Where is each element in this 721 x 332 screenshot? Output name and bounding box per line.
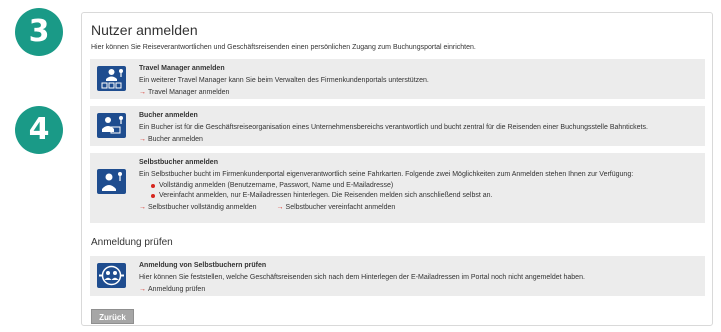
page-title: Nutzer anmelden xyxy=(91,22,198,38)
travel-manager-card: Travel Manager anmelden Ein weiterer Tra… xyxy=(90,59,705,99)
self-booker-icon xyxy=(97,169,126,194)
link-label: Selbstbucher vereinfacht anmelden xyxy=(285,204,396,211)
arrow-right-icon: → xyxy=(139,204,146,211)
step-4-badge: 4 xyxy=(15,106,63,154)
list-item: Vollständig anmelden (Benutzername, Pass… xyxy=(151,181,699,191)
card-text: Hier können Sie feststellen, welche Gesc… xyxy=(139,274,585,281)
option-list: Vollständig anmelden (Benutzername, Pass… xyxy=(139,181,699,201)
check-registration-card-body: Anmeldung von Selbstbuchern prüfen Hier … xyxy=(139,261,699,294)
self-booker-card-body: Selbstbucher anmelden Ein Selbstbucher b… xyxy=(139,158,699,212)
check-users-icon xyxy=(97,263,126,288)
card-title: Anmeldung von Selbstbuchern prüfen xyxy=(139,262,267,269)
step-3-badge: 3 xyxy=(15,8,63,56)
self-booker-card: Selbstbucher anmelden Ein Selbstbucher b… xyxy=(90,153,705,223)
card-text: Ein Bucher ist für die Geschäftsreiseorg… xyxy=(139,124,648,131)
self-booker-simple-register-link[interactable]: → Selbstbucher vereinfacht anmelden xyxy=(277,203,396,212)
link-label: Anmeldung prüfen xyxy=(148,286,206,293)
link-label: Travel Manager anmelden xyxy=(148,89,230,96)
card-text: Ein Selbstbucher bucht im Firmenkundenpo… xyxy=(139,171,634,178)
travel-manager-register-link[interactable]: → Travel Manager anmelden xyxy=(139,88,699,97)
check-registration-link[interactable]: → Anmeldung prüfen xyxy=(139,285,699,294)
link-label: Selbstbucher vollständig anmelden xyxy=(148,204,257,211)
booker-card-body: Bucher anmelden Ein Bucher ist für die G… xyxy=(139,111,699,144)
booker-register-link[interactable]: → Bucher anmelden xyxy=(139,135,699,144)
arrow-right-icon: → xyxy=(276,204,284,211)
list-item: Vereinfacht anmelden, nur E-Mailadressen… xyxy=(151,191,699,201)
link-label: Bucher anmelden xyxy=(148,136,203,143)
arrow-right-icon: → xyxy=(139,89,146,96)
card-title: Selbstbucher anmelden xyxy=(139,159,218,166)
self-booker-full-register-link[interactable]: → Selbstbucher vollständig anmelden xyxy=(139,203,257,212)
arrow-right-icon: → xyxy=(139,286,146,293)
card-text: Ein weiterer Travel Manager kann Sie bei… xyxy=(139,77,429,84)
self-booker-links: → Selbstbucher vollständig anmelden → Selb… xyxy=(139,203,699,212)
section-title: Anmeldung prüfen xyxy=(91,237,173,248)
page-intro: Hier können Sie Reiseverantwortlichen un… xyxy=(91,44,476,51)
check-registration-card: Anmeldung von Selbstbuchern prüfen Hier … xyxy=(90,256,705,296)
card-title: Travel Manager anmelden xyxy=(139,65,225,72)
booker-icon xyxy=(97,113,126,138)
back-button[interactable]: Zurück xyxy=(91,309,134,324)
booker-card: Bucher anmelden Ein Bucher ist für die G… xyxy=(90,106,705,146)
user-registration-panel: Nutzer anmelden Hier können Sie Reisever… xyxy=(81,12,713,326)
travel-manager-card-body: Travel Manager anmelden Ein weiterer Tra… xyxy=(139,64,699,97)
arrow-right-icon: → xyxy=(139,136,146,143)
travel-manager-icon xyxy=(97,66,126,91)
card-title: Bucher anmelden xyxy=(139,112,198,119)
